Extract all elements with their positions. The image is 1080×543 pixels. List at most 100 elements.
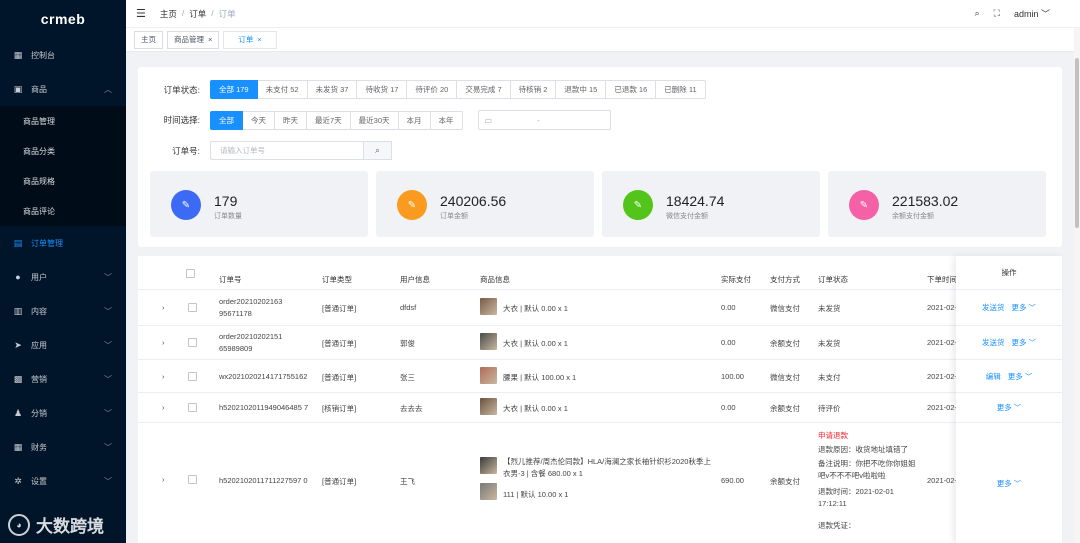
status-option[interactable]: 未支付 52 xyxy=(257,80,308,99)
sidebar-item-goods-spec[interactable]: 商品规格 xyxy=(0,166,126,196)
fullscreen-icon[interactable]: ⛶ xyxy=(994,8,1000,19)
expand-icon[interactable]: › xyxy=(162,403,165,412)
sidebar-item-goods[interactable]: ▣ 商品 ︿ xyxy=(0,72,126,106)
sidebar-item-goods-category[interactable]: 商品分类 xyxy=(0,136,126,166)
order-number: wx2021020214171755162 xyxy=(219,372,308,381)
status-option[interactable]: 全部 179 xyxy=(210,80,258,99)
scrollbar-thumb[interactable] xyxy=(1075,58,1079,228)
time-option[interactable]: 昨天 xyxy=(275,110,307,130)
status-option[interactable]: 未发货 37 xyxy=(307,80,358,99)
time-option[interactable]: 本月 xyxy=(398,110,431,130)
more-dropdown[interactable]: 更多 ﹀ xyxy=(997,478,1022,489)
time-option[interactable]: 本年 xyxy=(430,110,463,130)
order-number: order2021020216395671178 xyxy=(219,297,283,318)
row-checkbox[interactable] xyxy=(188,475,197,484)
time-filter-label: 时间选择: xyxy=(163,115,200,125)
expand-icon[interactable]: › xyxy=(162,338,165,347)
more-dropdown[interactable]: 更多 ﹀ xyxy=(997,402,1022,413)
sidebar-item-marketing[interactable]: ▩ 营销 ﹀ xyxy=(0,362,126,396)
settings-icon: ✲ xyxy=(14,475,22,486)
dashboard-icon: ▦ xyxy=(13,49,23,60)
stat-balance-amount: ✎ 221583.02 余额支付金额 xyxy=(828,171,1046,237)
sidebar-item-distribution[interactable]: ♟ 分销 ﹀ xyxy=(0,396,126,430)
actual-pay: 100.00 xyxy=(721,372,744,381)
more-dropdown[interactable]: 更多 ﹀ xyxy=(1008,371,1033,382)
expand-icon[interactable]: › xyxy=(162,372,165,381)
time-option[interactable]: 全部 xyxy=(210,110,243,130)
order-type: [普通订单] xyxy=(322,304,357,313)
pay-method: 微信支付 xyxy=(770,304,800,313)
date-range-picker[interactable]: ▭ - xyxy=(477,110,611,130)
expand-icon[interactable]: › xyxy=(162,475,165,484)
close-icon[interactable]: × xyxy=(208,35,212,44)
chevron-down-icon: ﹀ xyxy=(104,374,112,384)
stat-label: 订单数量 xyxy=(214,213,242,220)
order-search-input[interactable]: 请输入订单号 xyxy=(210,141,364,160)
refund-note: 备注说明：你把不吃你你姐姐吧v不不不吧v啦啦啦 xyxy=(818,459,916,480)
sidebar-item-label: 商品规格 xyxy=(23,176,55,186)
col-header: 订单状态 xyxy=(818,275,848,284)
order-status: 未发货 xyxy=(818,339,841,348)
row-checkbox[interactable] xyxy=(188,338,197,347)
search-button[interactable]: ⌕ xyxy=(364,141,392,160)
sidebar-item-finance[interactable]: ▦ 财务 ﹀ xyxy=(0,430,126,464)
ship-button[interactable]: 发送货 xyxy=(982,302,1005,313)
user-info: 郭俊 xyxy=(400,339,415,348)
status-option[interactable]: 已删除 11 xyxy=(656,80,706,99)
time-option[interactable]: 最近30天 xyxy=(350,110,399,130)
row-actions: 更多 ﹀ xyxy=(956,393,1062,423)
logo: crmeb xyxy=(40,11,86,27)
tag-home[interactable]: 主页 xyxy=(134,30,163,49)
watermark: ◕ 大数跨境 xyxy=(8,512,104,537)
status-filter-label: 订单状态: xyxy=(163,84,200,95)
status-option[interactable]: 待评价 20 xyxy=(407,80,458,99)
more-dropdown[interactable]: 更多 ﹀ xyxy=(1011,302,1036,313)
status-option[interactable]: 待核销 2 xyxy=(510,80,557,99)
stat-value: 18424.74 xyxy=(666,193,725,209)
edit-button[interactable]: 编辑 xyxy=(986,371,1001,382)
row-checkbox[interactable] xyxy=(188,303,197,312)
ship-button[interactable]: 发送货 xyxy=(982,337,1005,348)
menu-fold-icon[interactable]: ☰ xyxy=(136,7,146,20)
sidebar-item-goods-manage[interactable]: 商品管理 xyxy=(0,106,126,136)
status-option[interactable]: 待收货 17 xyxy=(357,80,408,99)
page-scrollbar[interactable] xyxy=(1074,28,1080,543)
order-number: order2021020215165989809 xyxy=(219,332,283,353)
order-number: h5202102011711227597 0 xyxy=(219,476,308,485)
chevron-down-icon: ﹀ xyxy=(1024,371,1033,381)
order-status: 未支付 xyxy=(818,373,841,382)
sidebar-item-goods-review[interactable]: 商品评论 xyxy=(0,196,126,226)
select-all-checkbox[interactable] xyxy=(186,269,195,278)
sidebar-item-label: 内容 xyxy=(31,306,47,316)
pay-method: 余额支付 xyxy=(770,477,800,486)
order-type: [普通订单] xyxy=(322,339,357,348)
sidebar-item-user[interactable]: ● 用户 ﹀ xyxy=(0,260,126,294)
more-dropdown[interactable]: 更多 ﹀ xyxy=(1011,337,1036,348)
time-option[interactable]: 今天 xyxy=(243,110,275,130)
sidebar-item-dashboard[interactable]: ▦ 控制台 xyxy=(0,38,126,72)
distribution-icon: ♟ xyxy=(13,407,23,418)
sidebar-item-app[interactable]: ➤ 应用 ﹀ xyxy=(0,328,126,362)
breadcrumb-item[interactable]: 订单 xyxy=(189,8,206,20)
row-checkbox[interactable] xyxy=(188,372,197,381)
status-option[interactable]: 已退款 16 xyxy=(606,80,657,99)
user-menu[interactable]: admin ﹀ xyxy=(1014,7,1050,20)
close-icon[interactable]: × xyxy=(257,35,261,44)
sidebar-item-settings[interactable]: ✲ 设置 ﹀ xyxy=(0,464,126,498)
product-thumbnail xyxy=(480,333,497,350)
status-filter-row: 订单状态: 全部 179 未支付 52 未发货 37 待收货 17 待评价 20… xyxy=(138,80,706,99)
time-option[interactable]: 最近7天 xyxy=(307,110,351,130)
goods-info: 腰果 | 默认 100.00 x 1 xyxy=(503,373,577,382)
search-icon[interactable]: ⌕ xyxy=(975,8,980,19)
expand-icon[interactable]: › xyxy=(162,303,165,312)
tag-goods-manage[interactable]: 商品管理 × xyxy=(167,30,220,49)
sidebar-item-orders[interactable]: ▤ 订单管理 xyxy=(0,226,126,260)
row-checkbox[interactable] xyxy=(188,403,197,412)
sidebar-item-content[interactable]: ▥ 内容 ﹀ xyxy=(0,294,126,328)
status-option[interactable]: 交易完成 7 xyxy=(457,80,511,99)
tag-order[interactable]: 订单 × xyxy=(223,30,277,49)
table-header: 订单号 订单类型 用户信息 商品信息 实际支付 支付方式 订单状态 下单时间 xyxy=(138,256,1062,290)
breadcrumb-item[interactable]: 主页 xyxy=(160,8,177,20)
status-option[interactable]: 退款中 15 xyxy=(556,80,607,99)
tag-label: 订单 xyxy=(238,35,254,44)
